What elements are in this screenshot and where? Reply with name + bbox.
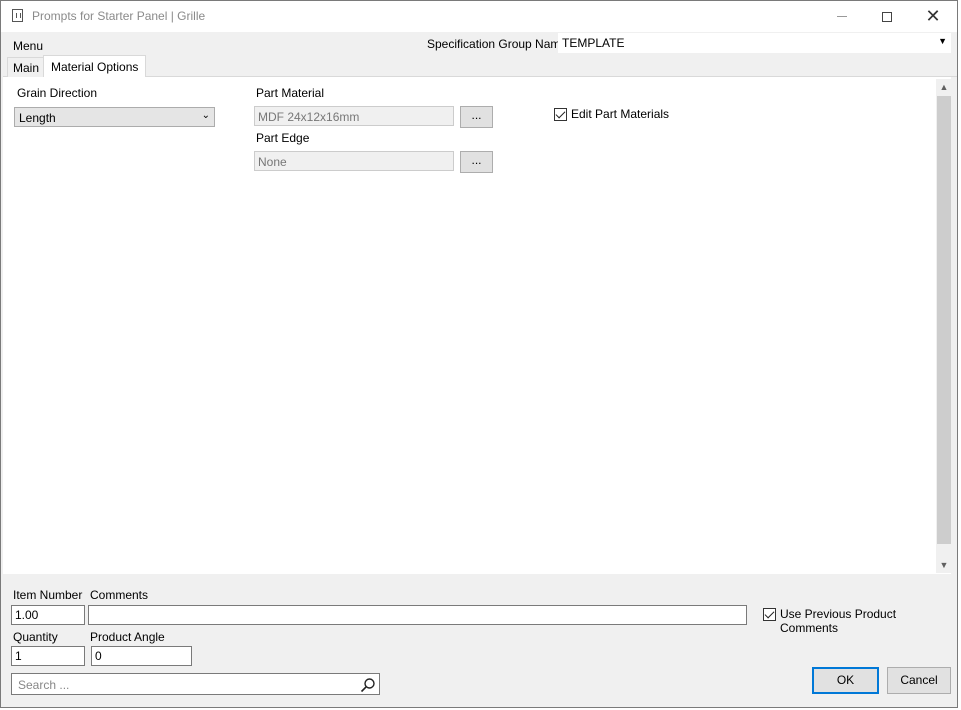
product-angle-field[interactable]: 0 [91,646,192,666]
grain-direction-select[interactable]: Length ⌄ [14,107,215,127]
part-edge-label: Part Edge [256,131,310,145]
close-icon: ✕ [925,6,941,26]
scroll-down-icon[interactable]: ▼ [936,557,952,573]
ok-button[interactable]: OK [812,667,879,694]
product-angle-label: Product Angle [90,630,165,644]
scroll-up-icon[interactable]: ▲ [936,79,952,95]
edit-part-materials-checkbox[interactable] [554,108,567,121]
grain-direction-label: Grain Direction [17,86,98,100]
close-button[interactable]: ✕ [910,1,956,32]
minimize-button[interactable] [819,1,865,32]
quantity-value: 1 [15,649,22,663]
part-edge-browse-button[interactable]: ... [460,151,493,173]
part-material-field[interactable]: MDF 24x12x16mm [254,106,454,126]
cancel-button[interactable]: Cancel [887,667,951,694]
search-input[interactable]: Search ... [11,673,380,695]
product-angle-value: 0 [95,649,102,663]
quantity-label: Quantity [13,630,58,644]
scrollbar-thumb[interactable] [937,96,951,544]
comments-field[interactable] [88,605,747,625]
menu-button[interactable]: Menu [13,39,43,53]
title-bar[interactable]: Prompts for Starter Panel | Grille ✕ [1,1,957,32]
dialog-window: Prompts for Starter Panel | Grille ✕ Men… [0,0,958,708]
edit-part-materials-label[interactable]: Edit Part Materials [571,107,669,121]
part-material-browse-button[interactable]: ... [460,106,493,128]
dropdown-arrow-icon: ▼ [938,36,947,46]
part-material-label: Part Material [256,86,325,100]
item-number-field[interactable]: 1.00 [11,605,85,625]
grain-direction-value: Length [19,111,56,125]
specification-group-select[interactable]: TEMPLATE ▼ [558,33,951,53]
search-icon[interactable] [360,677,376,693]
search-placeholder: Search ... [18,678,70,692]
tab-material-options[interactable]: Material Options [43,55,147,77]
vertical-scrollbar[interactable]: ▲ ▼ [936,79,952,573]
tab-main[interactable]: Main [7,57,46,77]
part-edge-value: None [258,155,287,169]
use-previous-comments-checkbox[interactable] [763,608,776,621]
specification-group-label: Specification Group Name [427,37,568,51]
quantity-field[interactable]: 1 [11,646,85,666]
window-title: Prompts for Starter Panel | Grille [32,9,206,23]
specification-group-value: TEMPLATE [562,36,625,50]
part-edge-field[interactable]: None [254,151,454,171]
part-material-value: MDF 24x12x16mm [258,110,360,124]
maximize-button[interactable] [864,1,910,32]
chevron-down-icon: ⌄ [201,110,210,121]
maximize-icon [882,11,892,22]
use-previous-comments-label[interactable]: Use Previous Product Comments [780,607,957,635]
item-number-label: Item Number [13,588,83,602]
comments-label: Comments [90,588,149,602]
document-icon [12,9,23,22]
item-number-value: 1.00 [15,608,39,622]
minimize-icon [837,16,847,17]
